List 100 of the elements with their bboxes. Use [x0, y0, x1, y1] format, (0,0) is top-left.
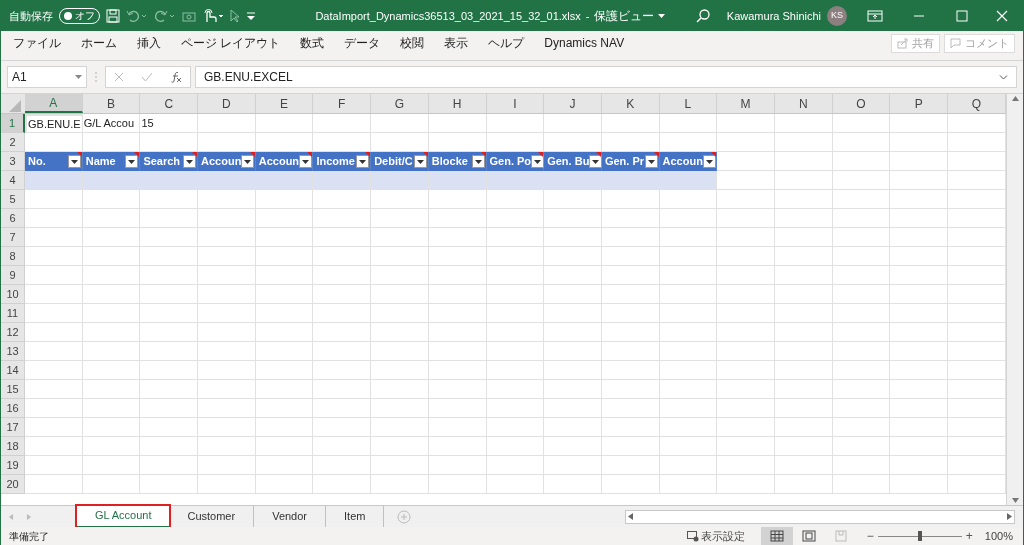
- cell[interactable]: [140, 190, 199, 209]
- cell[interactable]: [717, 228, 775, 247]
- cell[interactable]: [255, 304, 314, 323]
- cell[interactable]: [774, 190, 833, 209]
- cell[interactable]: [717, 323, 775, 342]
- cell[interactable]: [140, 304, 199, 323]
- cell[interactable]: [198, 361, 256, 380]
- cell[interactable]: [428, 285, 487, 304]
- cell[interactable]: [659, 475, 718, 494]
- cell[interactable]: [428, 190, 487, 209]
- cell[interactable]: [832, 114, 891, 133]
- cell[interactable]: [890, 475, 948, 494]
- cell[interactable]: [486, 285, 545, 304]
- cell[interactable]: [313, 456, 372, 475]
- ribbon-tab[interactable]: ページ レイアウト: [175, 34, 287, 52]
- cell[interactable]: [255, 247, 314, 266]
- cell[interactable]: [371, 266, 429, 285]
- cell[interactable]: [25, 285, 83, 304]
- cell[interactable]: [255, 228, 314, 247]
- cell[interactable]: [601, 247, 660, 266]
- column-header[interactable]: H: [428, 94, 487, 113]
- zoom-in-button[interactable]: +: [965, 527, 973, 545]
- cell[interactable]: [890, 323, 948, 342]
- cell[interactable]: [601, 114, 660, 133]
- cell[interactable]: [544, 114, 602, 133]
- cell[interactable]: [140, 228, 199, 247]
- cell[interactable]: [371, 380, 429, 399]
- cell[interactable]: [371, 475, 429, 494]
- row-header[interactable]: 9: [1, 266, 25, 285]
- cell[interactable]: [717, 380, 775, 399]
- cell[interactable]: [25, 266, 83, 285]
- cell[interactable]: [717, 418, 775, 437]
- table-header-cell[interactable]: Accoun: [255, 152, 314, 171]
- table-cell[interactable]: [428, 171, 487, 190]
- cell[interactable]: [832, 437, 891, 456]
- cell[interactable]: [659, 304, 718, 323]
- cell[interactable]: [255, 209, 314, 228]
- cell[interactable]: [948, 266, 1006, 285]
- display-settings-button[interactable]: 表示設定: [686, 527, 745, 545]
- cell[interactable]: [659, 456, 718, 475]
- cell[interactable]: [371, 247, 429, 266]
- cell[interactable]: [544, 399, 602, 418]
- cell[interactable]: [82, 266, 141, 285]
- cell[interactable]: [948, 475, 1006, 494]
- cell[interactable]: [544, 209, 602, 228]
- cancel-icon[interactable]: [114, 72, 125, 82]
- filter-dropdown[interactable]: [183, 155, 197, 168]
- cell[interactable]: [601, 418, 660, 437]
- cell[interactable]: [774, 114, 833, 133]
- cell[interactable]: [774, 209, 833, 228]
- cell[interactable]: [25, 304, 83, 323]
- cell[interactable]: [948, 323, 1006, 342]
- cell[interactable]: [198, 380, 256, 399]
- cell[interactable]: [948, 304, 1006, 323]
- cell[interactable]: [198, 285, 256, 304]
- cell[interactable]: [948, 361, 1006, 380]
- row-header[interactable]: 8: [1, 247, 25, 266]
- cell[interactable]: [890, 152, 948, 171]
- row-header[interactable]: 18: [1, 437, 25, 456]
- cell[interactable]: [313, 114, 372, 133]
- cell[interactable]: [774, 247, 833, 266]
- cell[interactable]: [371, 190, 429, 209]
- cell[interactable]: [774, 456, 833, 475]
- cell[interactable]: [313, 285, 372, 304]
- cell[interactable]: [428, 399, 487, 418]
- cell[interactable]: [140, 342, 199, 361]
- cell[interactable]: [313, 209, 372, 228]
- cell[interactable]: [717, 399, 775, 418]
- ribbon-tab[interactable]: Dynamics NAV: [538, 34, 631, 52]
- cell[interactable]: [371, 209, 429, 228]
- cell[interactable]: [890, 361, 948, 380]
- cell[interactable]: [601, 475, 660, 494]
- cell[interactable]: [601, 437, 660, 456]
- cell[interactable]: [832, 133, 891, 152]
- cell[interactable]: [486, 342, 545, 361]
- cell[interactable]: [774, 342, 833, 361]
- cell[interactable]: [717, 209, 775, 228]
- cell[interactable]: [774, 228, 833, 247]
- cell[interactable]: [255, 285, 314, 304]
- table-cell[interactable]: [313, 171, 372, 190]
- cell[interactable]: [313, 304, 372, 323]
- cell[interactable]: [25, 437, 83, 456]
- cell[interactable]: [428, 437, 487, 456]
- cell[interactable]: [774, 475, 833, 494]
- cell[interactable]: [486, 266, 545, 285]
- cell[interactable]: [601, 380, 660, 399]
- cell[interactable]: [601, 399, 660, 418]
- cell[interactable]: [890, 133, 948, 152]
- cell[interactable]: [717, 171, 775, 190]
- cell[interactable]: [544, 247, 602, 266]
- row-header[interactable]: 20: [1, 475, 25, 494]
- cell[interactable]: [486, 114, 545, 133]
- cell[interactable]: [140, 247, 199, 266]
- cell[interactable]: [774, 418, 833, 437]
- cell[interactable]: [313, 323, 372, 342]
- scroll-left-icon[interactable]: [628, 513, 633, 520]
- table-cell[interactable]: [140, 171, 199, 190]
- ribbon-tab[interactable]: 表示: [438, 34, 475, 52]
- cell[interactable]: [82, 456, 141, 475]
- cell[interactable]: [371, 323, 429, 342]
